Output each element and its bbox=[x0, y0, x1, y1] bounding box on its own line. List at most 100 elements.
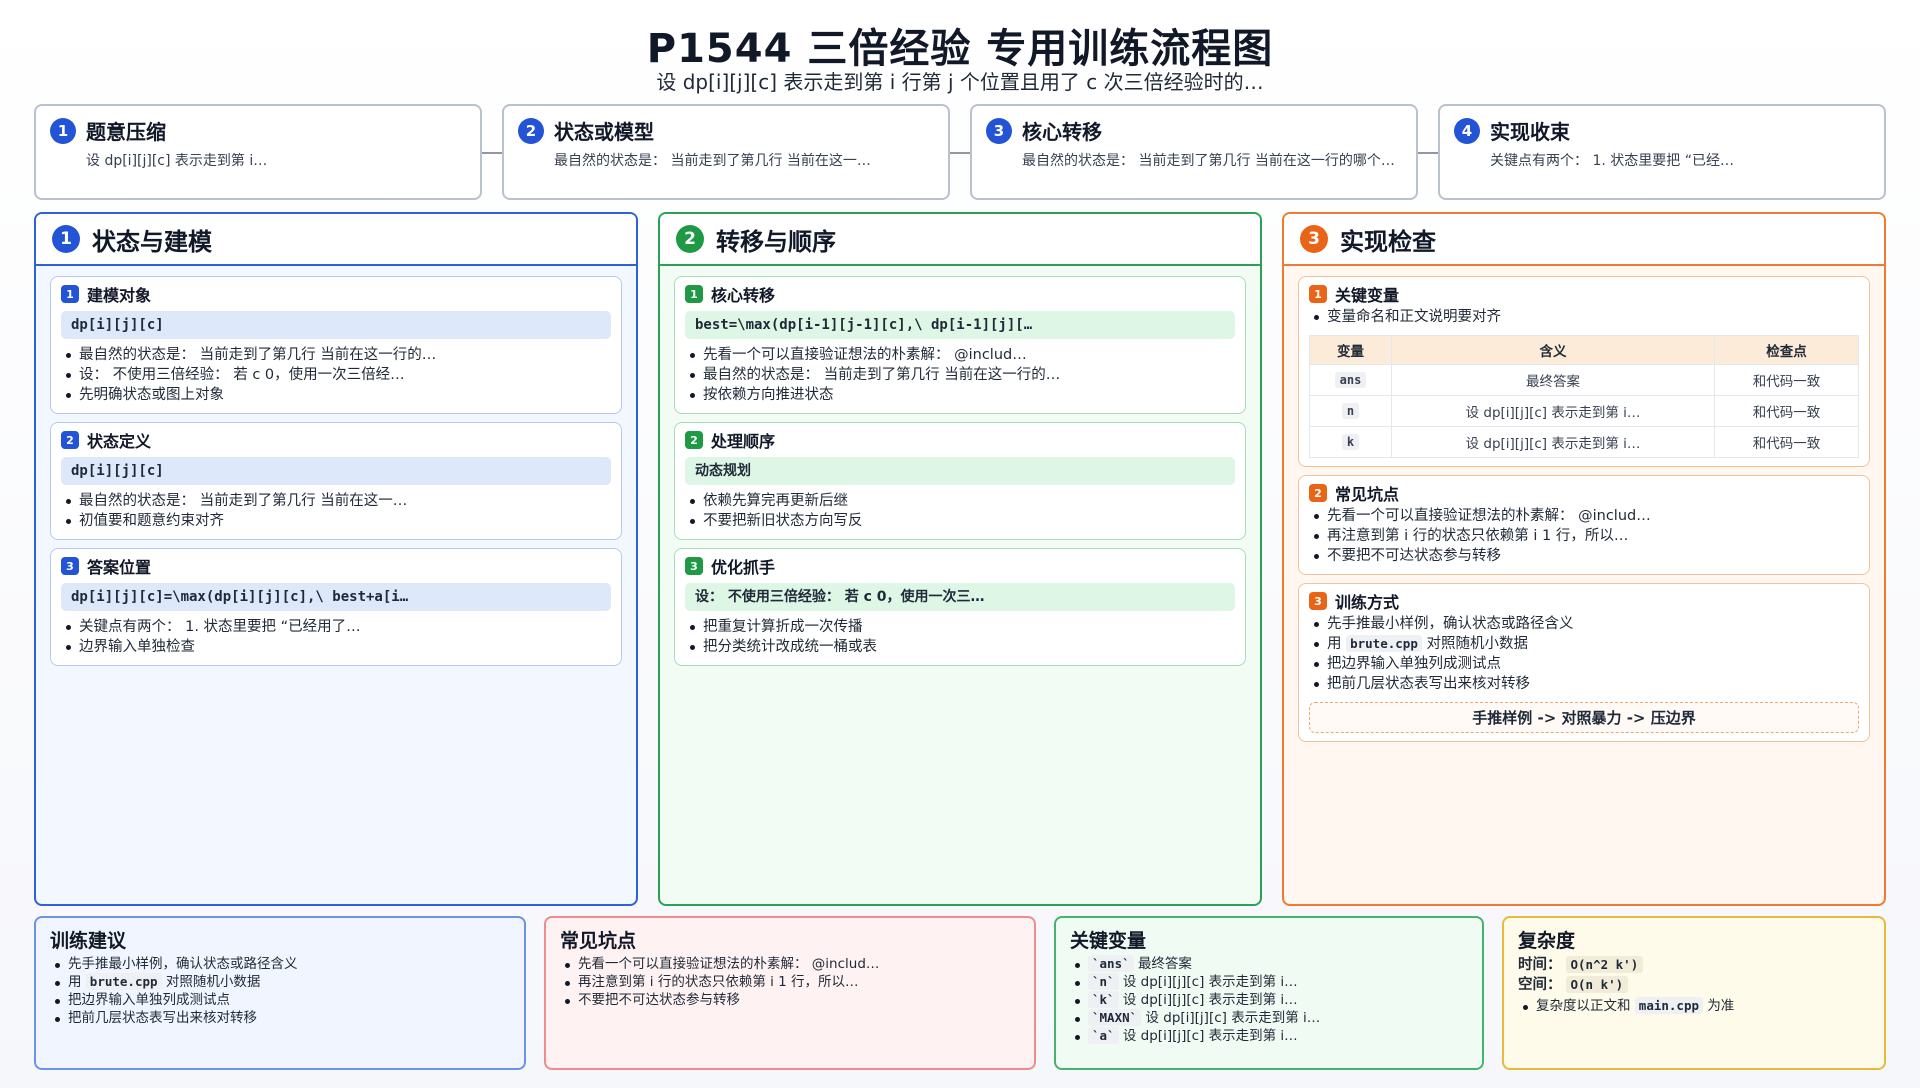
time-complexity: 时间： O(n^2 k') bbox=[1518, 955, 1870, 975]
table-header-meaning: 含义 bbox=[1391, 335, 1715, 365]
card-number-badge: 2 bbox=[1309, 484, 1327, 502]
card-key-variables: 1关键变量 变量命名和正文说明要对齐 变量 含义 检查点 ans 最终答案 和 bbox=[1298, 276, 1870, 467]
step-title: 实现收束 bbox=[1490, 120, 1570, 144]
step-title: 题意压缩 bbox=[86, 120, 166, 144]
step-number-badge: 2 bbox=[518, 117, 544, 144]
inline-code: brute.cpp bbox=[85, 973, 162, 990]
list-item: 复杂度以正文和 main.cpp 为准 bbox=[1518, 997, 1870, 1015]
list-item: 把前几层状态表写出来核对转移 bbox=[50, 1009, 510, 1027]
variable-meaning: 设 dp[i][j][c] 表示走到第 i… bbox=[1391, 426, 1715, 458]
card-number-badge: 3 bbox=[685, 557, 703, 575]
inline-code: brute.cpp bbox=[1346, 635, 1422, 652]
card-number-badge: 1 bbox=[1309, 285, 1327, 303]
card-title: 优化抓手 bbox=[711, 558, 776, 577]
panel-title: 训练建议 bbox=[50, 930, 127, 952]
step-description: 最自然的状态是： 当前走到了第几行 当前在这一… bbox=[554, 153, 871, 169]
column-number-badge: 1 bbox=[52, 225, 80, 253]
list-item: 先手推最小样例，确认状态或路径含义 bbox=[50, 955, 510, 973]
panel-key-variables: 关键变量 `ans` 最终答案 `n` 设 dp[i][j][c] 表示走到第 … bbox=[1054, 916, 1484, 1070]
inline-code: `n` bbox=[1088, 973, 1119, 990]
column-title: 状态与建模 bbox=[92, 227, 212, 256]
table-header-variable: 变量 bbox=[1309, 335, 1392, 365]
list-item: 把边界输入单独列成测试点 bbox=[1309, 654, 1859, 674]
list-item: 设： 不使用三倍经验： 若 c 0，使用一次三倍经… bbox=[61, 365, 611, 385]
card-title: 建模对象 bbox=[87, 286, 152, 305]
inline-code: main.cpp bbox=[1634, 997, 1704, 1014]
list-item: 先手推最小样例，确认状态或路径含义 bbox=[1309, 614, 1859, 634]
card-title: 处理顺序 bbox=[711, 432, 776, 451]
inline-code: `MAXN` bbox=[1088, 1009, 1142, 1026]
card-state-definition: 2 状态定义 dp[i][j][c] 最自然的状态是： 当前走到了第几行 当前在这… bbox=[50, 422, 622, 540]
variable-check: 和代码一致 bbox=[1714, 364, 1859, 396]
step-number-badge: 1 bbox=[50, 117, 76, 144]
table-row: k 设 dp[i][j][c] 表示走到第 i… 和代码一致 bbox=[1309, 426, 1859, 458]
card-title: 训练方式 bbox=[1335, 593, 1400, 612]
list-item: 最自然的状态是： 当前走到了第几行 当前在这一行的… bbox=[61, 345, 611, 365]
list-item: 把分类统计改成统一桶或表 bbox=[685, 637, 1235, 657]
column-state-modeling: 1 状态与建模 1 建模对象 dp[i][j][c] 最自然的状态是： 当前走到了… bbox=[34, 212, 638, 906]
column-number-badge: 3 bbox=[1300, 225, 1328, 253]
column-title: 实现检查 bbox=[1340, 227, 1436, 256]
card-title: 常见坑点 bbox=[1335, 485, 1400, 504]
table-row: ans 最终答案 和代码一致 bbox=[1309, 364, 1859, 396]
space-complexity: 空间： O(n k') bbox=[1518, 975, 1870, 995]
variable-meaning: 设 dp[i][j][c] 表示走到第 i… bbox=[1391, 395, 1715, 427]
code-highlight: dp[i][j][c] bbox=[61, 457, 611, 485]
list-item: 边界输入单独检查 bbox=[61, 637, 611, 657]
panel-complexity: 复杂度 时间： O(n^2 k') 空间： O(n k') 复杂度以正文和 main… bbox=[1502, 916, 1886, 1070]
list-item: 最自然的状态是： 当前走到了第几行 当前在这一行的… bbox=[685, 365, 1235, 385]
page-subtitle: 设 dp[i][j][c] 表示走到第 i 行第 j 个位置且用了 c 次三倍经… bbox=[656, 70, 1264, 94]
step-flow: 1 题意压缩 设 dp[i][j][c] 表示走到第 i… 2 状态或模型 最自然的… bbox=[34, 104, 1886, 200]
code-highlight: 设： 不使用三倍经验： 若 c 0，使用一次三… bbox=[685, 583, 1235, 611]
list-item: 先看一个可以直接验证想法的朴素解： @includ… bbox=[560, 955, 1020, 973]
list-item: 先看一个可以直接验证想法的朴素解： @includ… bbox=[685, 345, 1235, 365]
card-optimization: 3 优化抓手 设： 不使用三倍经验： 若 c 0，使用一次三… 把重复计算折成一次… bbox=[674, 548, 1246, 666]
step-card: 4 实现收束 关键点有两个： 1. 状态里要把 “已经… bbox=[1438, 104, 1886, 200]
step-connector bbox=[950, 152, 970, 154]
variable-name: n bbox=[1341, 403, 1360, 419]
variable-name: k bbox=[1341, 434, 1360, 450]
code-highlight: dp[i][j][c] bbox=[61, 311, 611, 339]
list-item: 关键点有两个： 1. 状态里要把 “已经用了… bbox=[61, 617, 611, 637]
list-item: `k` 设 dp[i][j][c] 表示走到第 i… bbox=[1070, 991, 1468, 1009]
card-core-transition: 1 核心转移 best=\max(dp[i-1][j-1][c],\ dp[i-1… bbox=[674, 276, 1246, 414]
card-title: 核心转移 bbox=[711, 286, 776, 305]
step-title: 核心转移 bbox=[1022, 120, 1102, 144]
panel-training-advice: 训练建议 先手推最小样例，确认状态或路径含义 用 brute.cpp 对照随机小… bbox=[34, 916, 526, 1070]
list-item: 按依赖方向推进状态 bbox=[685, 385, 1235, 405]
variable-check: 和代码一致 bbox=[1714, 395, 1859, 427]
inline-code: `k` bbox=[1088, 991, 1119, 1008]
inline-code: `a` bbox=[1088, 1027, 1119, 1044]
list-item: 把重复计算折成一次传播 bbox=[685, 617, 1235, 637]
list-item: 变量命名和正文说明要对齐 bbox=[1309, 307, 1859, 327]
panel-title: 复杂度 bbox=[1518, 930, 1576, 952]
card-number-badge: 3 bbox=[61, 557, 79, 575]
step-number-badge: 3 bbox=[986, 117, 1012, 144]
table-header-check: 检查点 bbox=[1714, 335, 1859, 365]
step-description: 设 dp[i][j][c] 表示走到第 i… bbox=[86, 153, 268, 169]
step-card: 2 状态或模型 最自然的状态是： 当前走到了第几行 当前在这一… bbox=[502, 104, 950, 200]
table-row: n 设 dp[i][j][c] 表示走到第 i… 和代码一致 bbox=[1309, 395, 1859, 427]
inline-code: `ans` bbox=[1088, 955, 1134, 972]
list-item: 再注意到第 i 行的状态只依赖第 i 1 行，所以… bbox=[560, 973, 1020, 991]
list-item: 不要把新旧状态方向写反 bbox=[685, 511, 1235, 531]
list-item: `n` 设 dp[i][j][c] 表示走到第 i… bbox=[1070, 973, 1468, 991]
column-number-badge: 2 bbox=[676, 225, 704, 253]
panel-common-pitfalls: 常见坑点 先看一个可以直接验证想法的朴素解： @includ… 再注意到第 i … bbox=[544, 916, 1036, 1070]
variable-meaning: 最终答案 bbox=[1391, 364, 1715, 396]
list-item: `ans` 最终答案 bbox=[1070, 955, 1468, 973]
list-item: 再注意到第 i 行的状态只依赖第 i 1 行，所以… bbox=[1309, 526, 1859, 546]
training-pipeline: 手推样例 -> 对照暴力 -> 压边界 bbox=[1309, 702, 1859, 733]
step-connector bbox=[482, 152, 502, 154]
card-number-badge: 1 bbox=[685, 285, 703, 303]
step-description: 关键点有两个： 1. 状态里要把 “已经… bbox=[1490, 153, 1734, 169]
step-connector bbox=[1418, 152, 1438, 154]
column-title: 转移与顺序 bbox=[716, 227, 836, 256]
column-implementation-check: 3 实现检查 1 关键变量 变量命名和正文说明要对齐 变量 含义 检查点 ans bbox=[1282, 212, 1886, 906]
list-item: 依赖先算完再更新后继 bbox=[685, 491, 1235, 511]
variable-check: 和代码一致 bbox=[1714, 426, 1859, 458]
list-item: 把边界输入单独列成测试点 bbox=[50, 991, 510, 1009]
variable-name: ans bbox=[1334, 372, 1367, 388]
list-item: 不要把不可达状态参与转移 bbox=[560, 991, 1020, 1009]
card-processing-order: 2 处理顺序 动态规划 依赖先算完再更新后继 不要把新旧状态方向写反 bbox=[674, 422, 1246, 540]
